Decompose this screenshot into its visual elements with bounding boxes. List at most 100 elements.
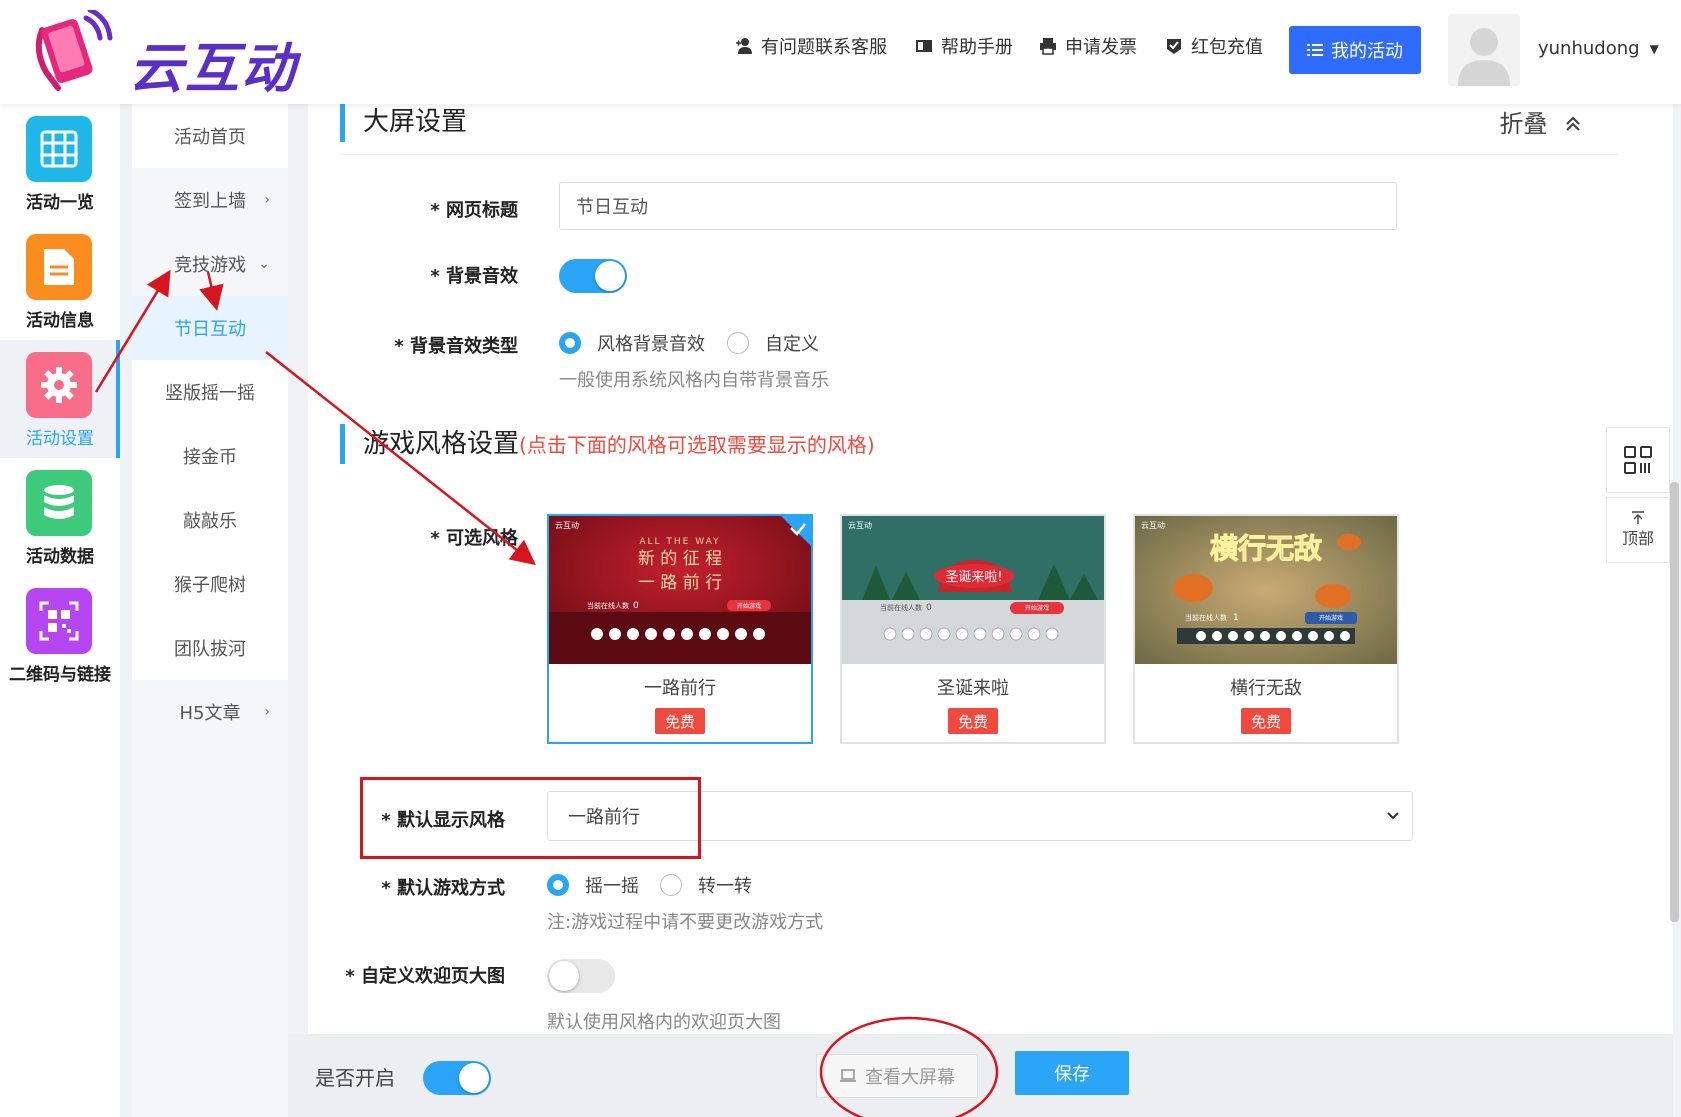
style-card-crab[interactable]: 横行无敌 云互动 当前在线人数 1 开始游戏 横行无敌 免费	[1133, 514, 1399, 744]
recharge-label: 红包充值	[1191, 37, 1263, 58]
book-icon	[916, 40, 932, 52]
sidebar-item-label: 活动设置	[26, 429, 94, 449]
style-preview-image: 横行无敌 云互动 当前在线人数 1 开始游戏	[1135, 516, 1397, 664]
svg-text:0: 0	[633, 601, 639, 611]
submenu-item-label: 团队拔河	[174, 639, 246, 660]
chevron-down-icon: ⌄	[258, 256, 270, 272]
save-button[interactable]: 保存	[1015, 1051, 1129, 1095]
chevron-right-icon: ›	[264, 192, 270, 208]
username: yunhudong	[1538, 38, 1640, 59]
help-manual-label: 帮助手册	[941, 37, 1013, 58]
laptop-icon	[840, 1069, 856, 1082]
bgm-toggle[interactable]	[559, 259, 627, 293]
welcome-image-toggle[interactable]	[547, 959, 615, 993]
page-title-input[interactable]: 节日互动	[559, 182, 1397, 230]
screen-settings-title: 大屏设置	[340, 102, 467, 142]
game-mode-radio-rotate[interactable]: 转一转	[660, 872, 752, 898]
logo[interactable]: 云互动	[24, 10, 304, 100]
my-activity-button[interactable]: 我的活动	[1289, 26, 1421, 74]
help-manual-link[interactable]: 帮助手册	[915, 33, 1013, 59]
svg-text:ALL THE WAY: ALL THE WAY	[639, 537, 720, 547]
database-icon	[26, 470, 92, 536]
submenu-item-tug[interactable]: 团队拔河	[132, 616, 288, 680]
add-user-icon	[736, 38, 752, 54]
style-card-allway[interactable]: 云互动 ALL THE WAY 新 的 征 程 一 路 前 行 当前在线人数 0…	[547, 514, 813, 744]
top-header: 云互动 有问题联系客服 帮助手册 申请发票 红包充值 我的活动 yunhudon…	[0, 0, 1681, 104]
svg-text:开始游戏: 开始游戏	[737, 602, 761, 610]
fold-label: 折叠	[1499, 110, 1548, 138]
scrollbar[interactable]	[1670, 482, 1679, 922]
style-card-christmas[interactable]: 圣诞来啦! 云互动 当前在线人数 0 开始游戏 圣诞来啦 免费	[840, 514, 1106, 744]
list-icon	[1307, 44, 1323, 56]
page-title-label: * 网页标题	[430, 200, 518, 221]
submenu-item-monkey[interactable]: 猴子爬树	[132, 552, 288, 616]
welcome-image-label: * 自定义欢迎页大图	[345, 966, 505, 987]
submenu-item-label: 签到上墙	[174, 191, 246, 212]
submenu-item-vertical-shake[interactable]: 竖版摇一摇	[132, 360, 288, 424]
fold-toggle[interactable]: 折叠	[1499, 104, 1581, 144]
contact-service-link[interactable]: 有问题联系客服	[735, 33, 887, 59]
radio-label: 摇一摇	[585, 876, 639, 897]
qrcode-float-button[interactable]	[1606, 427, 1670, 493]
svg-text:云互动: 云互动	[848, 520, 872, 530]
bgm-type-radio-custom[interactable]: 自定义	[727, 330, 819, 356]
back-to-top-label: 顶部	[1621, 529, 1654, 548]
submenu-item-label: 敲敲乐	[183, 511, 237, 532]
sidebar-item-data[interactable]: 活动数据	[0, 458, 120, 576]
invoice-label: 申请发票	[1065, 37, 1137, 58]
radio-label: 转一转	[698, 876, 752, 897]
welcome-image-hint: 默认使用风格内的欢迎页大图	[547, 1012, 781, 1033]
avatar[interactable]	[1448, 14, 1520, 86]
arrow-up-icon	[1632, 511, 1644, 524]
view-screen-label: 查看大屏幕	[865, 1067, 955, 1088]
submenu-item-label: 活动首页	[174, 127, 246, 148]
back-to-top-button[interactable]: 顶部	[1606, 497, 1670, 563]
submenu-item-festival[interactable]: 节日互动	[132, 296, 288, 360]
submenu-item-label: 节日互动	[174, 319, 246, 340]
page-title-value: 节日互动	[576, 197, 648, 218]
svg-text:当前在线人数: 当前在线人数	[880, 603, 922, 612]
submenu-item-checkin[interactable]: 签到上墙 ›	[132, 168, 288, 232]
sidebar-item-info[interactable]: 活动信息	[0, 222, 120, 340]
sidebar-item-settings[interactable]: 活动设置	[0, 340, 120, 458]
contact-service-label: 有问题联系客服	[761, 37, 887, 58]
printer-icon	[1040, 38, 1056, 55]
bgm-type-label: * 背景音效类型	[394, 336, 518, 357]
svg-text:新 的 征 程: 新 的 征 程	[638, 549, 722, 569]
svg-text:一 路 前 行: 一 路 前 行	[638, 573, 722, 593]
sub-sidebar: 活动首页 签到上墙 › 竞技游戏 ⌄ 节日互动 竖版摇一摇 接金币 敲敲乐 猴子爬树…	[132, 104, 288, 1117]
invoice-link[interactable]: 申请发票	[1039, 33, 1137, 59]
recharge-link[interactable]: 红包充值	[1165, 33, 1263, 59]
sidebar-item-overview[interactable]: 活动一览	[0, 104, 120, 222]
svg-text:0: 0	[926, 603, 932, 613]
radio-label: 自定义	[765, 334, 819, 355]
highlight-box	[360, 777, 701, 859]
my-activity-label: 我的活动	[1331, 41, 1403, 62]
gear-icon	[26, 352, 92, 418]
sidebar-item-qrcode[interactable]: 二维码与链接	[0, 576, 120, 694]
submenu-item-knock[interactable]: 敲敲乐	[132, 488, 288, 552]
svg-text:云互动: 云互动	[1141, 520, 1165, 530]
svg-text:横行无敌: 横行无敌	[1210, 532, 1322, 565]
enable-toggle[interactable]	[423, 1061, 491, 1095]
logo-text: 云互动	[129, 37, 297, 100]
style-name: 横行无敌	[1230, 678, 1302, 699]
user-avatar-icon	[1448, 14, 1520, 86]
submenu-item-games[interactable]: 竞技游戏 ⌄	[132, 232, 288, 296]
grid-icon	[26, 116, 92, 182]
submenu-item-home[interactable]: 活动首页	[132, 104, 288, 168]
sidebar-item-label: 二维码与链接	[9, 665, 111, 685]
username-dropdown[interactable]: yunhudong ▼	[1538, 38, 1659, 59]
view-screen-button[interactable]: 查看大屏幕	[816, 1054, 978, 1098]
submenu-item-coins[interactable]: 接金币	[132, 424, 288, 488]
style-preview-image: 圣诞来啦! 云互动 当前在线人数 0 开始游戏	[842, 516, 1104, 664]
game-mode-radio-shake[interactable]: 摇一摇	[547, 872, 639, 898]
radio-label: 风格背景音效	[597, 334, 705, 355]
submenu-item-label: 猴子爬树	[174, 575, 246, 596]
submenu-item-h5[interactable]: H5文章 ›	[132, 680, 288, 744]
bgm-type-radio-style[interactable]: 风格背景音效	[559, 330, 705, 356]
phone-logo-icon	[35, 10, 113, 91]
bgm-type-hint: 一般使用系统风格内自带背景音乐	[559, 370, 829, 391]
style-name: 圣诞来啦	[937, 678, 1009, 699]
svg-text:圣诞来啦!: 圣诞来啦!	[945, 570, 1002, 585]
